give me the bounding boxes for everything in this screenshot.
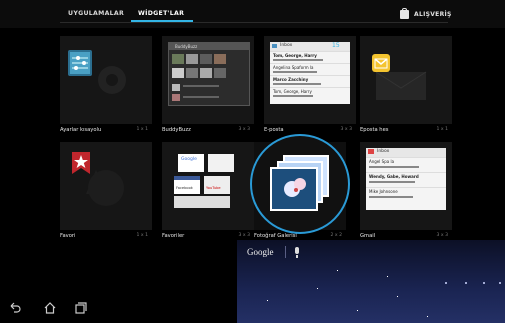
buddybuzz-title: BuddyBuzz [175, 44, 198, 49]
widget-preview: Google Facebook YouTube [168, 148, 248, 210]
back-icon[interactable] [9, 302, 21, 314]
recent-apps-icon[interactable] [75, 302, 87, 314]
gmail-inbox-label: Inbox [377, 149, 390, 154]
widget-name: BuddyBuzz [162, 127, 191, 133]
google-search-widget[interactable]: Google [237, 240, 505, 323]
email-inbox-label: Inbox [280, 43, 293, 48]
widget-name: Ayarlar kısayolu [60, 127, 102, 133]
widget-name: E-posta [264, 127, 284, 133]
email-sender: Mike Johnsone [369, 189, 398, 194]
widget-email[interactable]: Inbox 15 Tom, George, Harry Angelina Spa… [264, 36, 356, 133]
shop-button[interactable]: ALIŞVERİŞ [400, 7, 452, 19]
favorite-tile-label: Facebook [176, 186, 193, 190]
widget-preview: Inbox 15 Tom, George, Harry Angelina Spa… [270, 42, 350, 104]
gmail-icon [368, 149, 374, 154]
home-icon[interactable] [44, 302, 56, 314]
widget-size: 3 x 3 [238, 127, 250, 132]
tab-widgets[interactable]: WİDGET'LAR [138, 10, 184, 17]
widget-email-account[interactable]: Eposta hes 1 x 1 [360, 36, 452, 133]
widget-name: Eposta hes [360, 127, 389, 133]
email-sender: Tom, George, Harry [273, 89, 312, 94]
widget-gmail[interactable]: Inbox Angel Spa la Wendy, Gabe, Howard M… [360, 142, 452, 239]
widget-size: 1 x 1 [136, 233, 148, 238]
widget-preview [366, 42, 446, 104]
widget-photo-gallery[interactable]: Fotoğraf Galerisi 2 x 2 [250, 134, 350, 239]
top-bar: UYGULAMALAR WİDGET'LAR ALIŞVERİŞ [0, 0, 505, 28]
shopping-bag-icon [400, 7, 409, 19]
widget-size: 3 x 3 [436, 233, 448, 238]
navigation-bar [0, 296, 230, 323]
widget-size: 2 x 2 [330, 233, 342, 238]
widget-size: 1 x 1 [136, 127, 148, 132]
favorite-tile: Facebook [174, 176, 200, 194]
favorite-tile: Google [178, 154, 204, 172]
google-logo: Google [247, 247, 274, 257]
favorite-tile-label: Google [181, 157, 197, 162]
email-count: 15 [332, 42, 340, 49]
photo-stack-preview [250, 134, 350, 234]
widget-preview: BuddyBuzz [168, 42, 250, 106]
divider [60, 22, 448, 23]
tab-apps[interactable]: UYGULAMALAR [68, 10, 124, 17]
widget-name: Fotoğraf Galerisi [254, 233, 297, 239]
widget-name: Favori [60, 233, 76, 239]
widget-settings-shortcut[interactable]: Ayarlar kısayolu 1 x 1 [60, 36, 152, 133]
mail-icon [272, 44, 277, 48]
email-sender: Angelina Spaform la [273, 65, 314, 70]
widget-preview: Inbox Angel Spa la Wendy, Gabe, Howard M… [366, 148, 446, 210]
widget-name: Favoriler [162, 233, 185, 239]
widget-name: Gmail [360, 233, 376, 239]
shop-label: ALIŞVERİŞ [414, 10, 452, 18]
widget-size: 3 x 3 [340, 127, 352, 132]
widget-buddybuzz[interactable]: BuddyBuzz BuddyBuzz 3 x 3 [162, 36, 254, 133]
favorite-tile-label: YouTube [206, 186, 221, 190]
widget-preview [66, 42, 146, 104]
microphone-icon[interactable] [295, 247, 299, 258]
email-sender: Wendy, Gabe, Howard [369, 174, 419, 179]
email-sender: Angel Spa la [369, 159, 395, 164]
widget-size: 1 x 1 [436, 127, 448, 132]
email-sender: Tom, George, Harry [273, 53, 317, 58]
widget-preview [66, 148, 146, 210]
email-sender: Marco Zacchiny [273, 77, 309, 82]
favorite-tile: YouTube [204, 176, 230, 194]
separator [285, 246, 286, 258]
widget-favorite[interactable]: Favori 1 x 1 [60, 142, 152, 239]
widget-favorites[interactable]: Google Facebook YouTube Favoriler 3 x 3 [162, 142, 254, 239]
